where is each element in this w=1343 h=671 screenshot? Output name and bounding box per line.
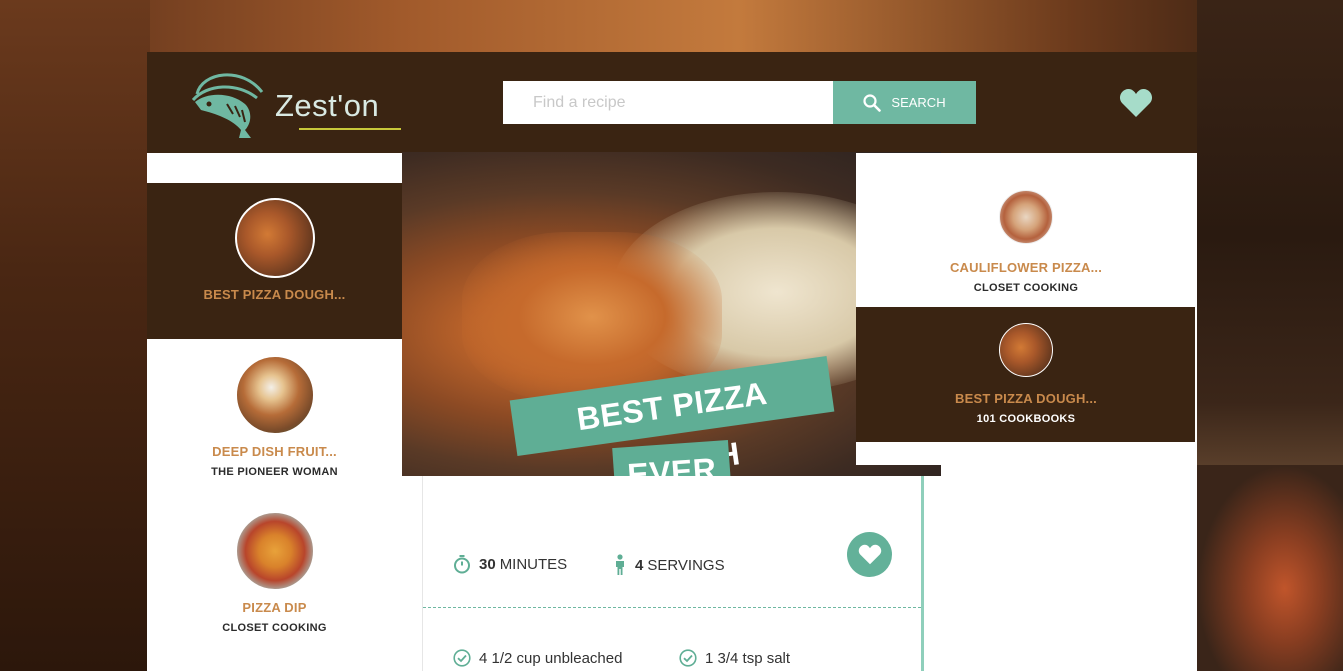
recipe-thumbnail [234, 355, 315, 435]
brand-underline [299, 128, 401, 130]
background-photo-food [1197, 465, 1343, 671]
logo[interactable]: Zest'on [187, 64, 417, 144]
recipe-source: CLOSET COOKING [222, 622, 327, 634]
search-input[interactable] [503, 81, 833, 124]
cook-time: 30 MINUTES [453, 554, 567, 574]
check-circle-icon [453, 649, 471, 667]
recipe-thumbnail [999, 323, 1053, 377]
recipe-title: PIZZA DIP [242, 600, 307, 615]
right-recipe-item[interactable]: CAULIFLOWER PIZZA... CLOSET COOKING [856, 190, 1196, 294]
left-recipe-item[interactable]: PIZZA DIP CLOSET COOKING [147, 511, 402, 634]
recipe-title: CAULIFLOWER PIZZA... [949, 260, 1103, 275]
recipe-title: BEST PIZZA DOUGH... [955, 391, 1097, 406]
dashed-divider [423, 607, 921, 608]
search-button[interactable]: SEARCH [833, 81, 976, 124]
search-button-label: SEARCH [891, 95, 946, 110]
right-recipe-item[interactable]: BEST PIZZA DOUGH... 101 COOKBOOKS [856, 323, 1196, 425]
left-recipe-item[interactable]: BEST PIZZA DOUGH... [147, 198, 402, 302]
background-photo-top [0, 0, 1343, 52]
recipe-title: BEST PIZZA DOUGH... [203, 287, 346, 302]
person-icon [616, 554, 624, 575]
ingredient-item[interactable]: 1 3/4 tsp salt [679, 649, 790, 667]
background-photo-left [0, 0, 150, 671]
ingredient-text: 1 3/4 tsp salt [705, 649, 791, 667]
header: Zest'on SEARCH [147, 52, 1197, 153]
recipe-thumbnail [234, 511, 315, 591]
ingredient-item[interactable]: 4 1/2 cup unbleached [453, 649, 622, 667]
recipe-thumbnail [999, 190, 1053, 244]
cook-time-unit: MINUTES [499, 555, 568, 573]
heart-icon [858, 544, 881, 565]
recipe-title: DEEP DISH FRUIT... [212, 444, 337, 459]
search-icon [863, 93, 882, 112]
stopwatch-icon [454, 555, 470, 574]
recipe-thumbnail [234, 198, 315, 278]
recipe-source: 101 COOKBOOKS [976, 413, 1076, 425]
servings-value: 4 [635, 556, 644, 574]
servings: 4 SERVINGS [613, 554, 725, 576]
check-circle-icon [679, 649, 697, 667]
recipe-source: CLOSET COOKING [973, 282, 1079, 294]
ingredient-text: 4 1/2 cup unbleached [479, 649, 623, 667]
brand-name: Zest'on [275, 88, 380, 123]
favorite-button[interactable] [847, 532, 892, 577]
shrimp-icon [191, 73, 264, 138]
left-recipe-item[interactable]: DEEP DISH FRUIT... THE PIONEER WOMAN [147, 355, 402, 478]
cook-time-value: 30 [479, 555, 496, 573]
favorites-heart-icon[interactable] [1119, 88, 1153, 118]
recipe-source: THE PIONEER WOMAN [211, 466, 338, 478]
servings-unit: SERVINGS [647, 556, 725, 574]
recipe-details-card: 30 MINUTES 4 SERVINGS 4 1/2 cup unbleach… [422, 476, 924, 671]
